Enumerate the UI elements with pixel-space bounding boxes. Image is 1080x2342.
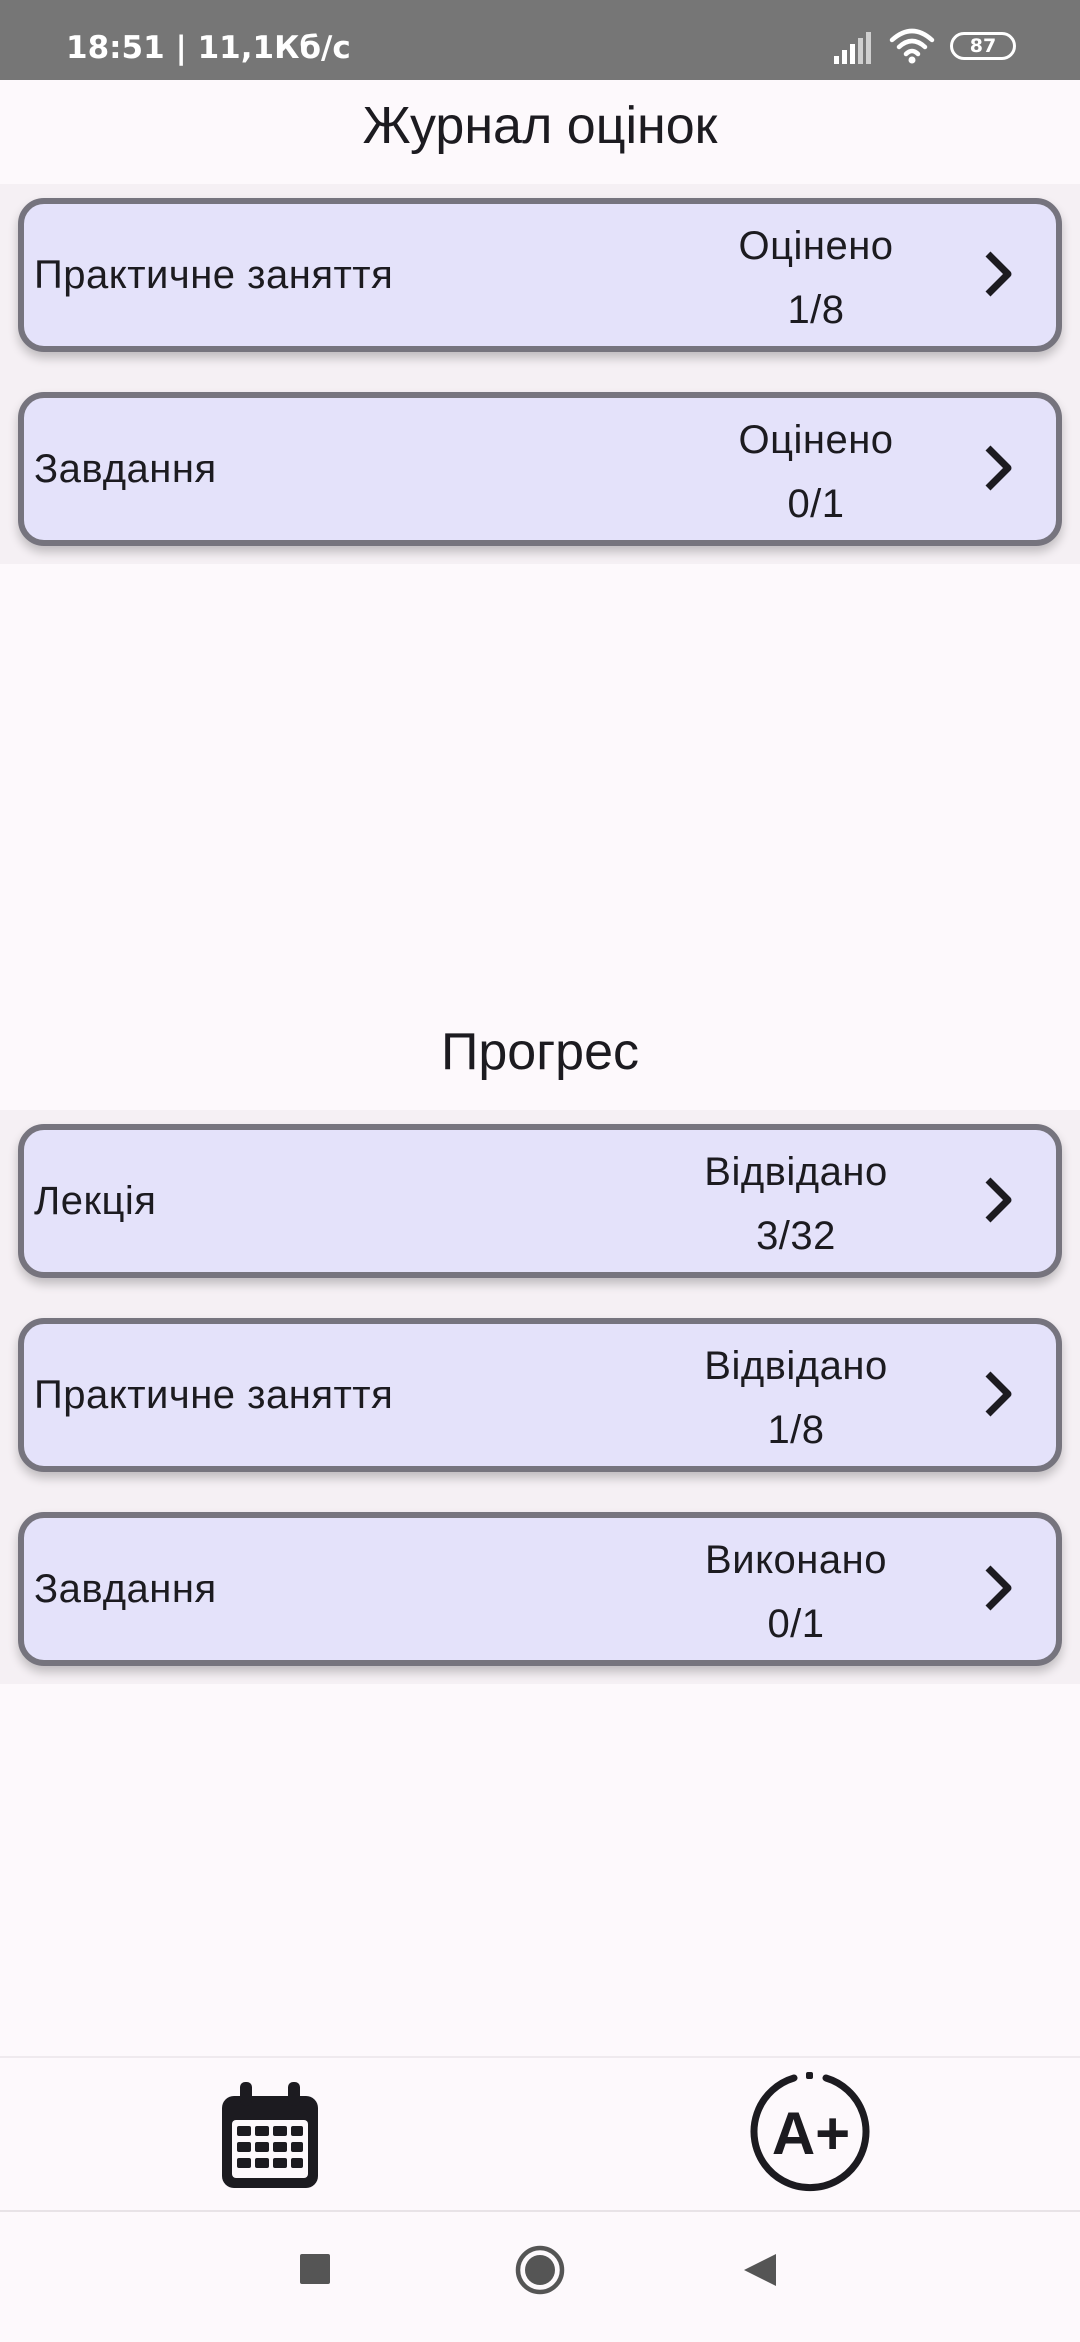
svg-text:A+: A+ xyxy=(772,2100,850,2167)
card-status: Відвідано 3/32 xyxy=(676,1140,916,1268)
status-count: 0/1 xyxy=(767,1602,825,1646)
recents-square-icon[interactable] xyxy=(298,2252,332,2291)
card-label: Лекція xyxy=(34,1178,157,1223)
calendar-icon xyxy=(222,2082,318,2188)
status-text: Оцінено xyxy=(738,418,894,462)
card-status: Відвідано 1/8 xyxy=(676,1334,916,1462)
battery-icon: 87 xyxy=(950,32,1016,60)
nav-grades-button[interactable]: A+ xyxy=(746,2068,876,2198)
home-circle-icon[interactable] xyxy=(514,2244,566,2301)
chevron-right-icon xyxy=(985,1177,1012,1223)
nav-schedule-button[interactable] xyxy=(210,2076,330,2196)
progress-item-practical[interactable]: Практичне заняття Відвідано 1/8 xyxy=(18,1318,1062,1472)
status-count: 1/8 xyxy=(767,1408,825,1452)
status-time: 18:51 | 11,1Кб/с xyxy=(66,30,351,66)
chevron-right-icon xyxy=(985,1565,1012,1611)
grades-list: Практичне заняття Оцінено 1/8 Завдання О… xyxy=(0,184,1080,564)
chevron-right-icon xyxy=(985,1371,1012,1417)
wifi-icon xyxy=(889,28,935,69)
progress-item-lecture[interactable]: Лекція Відвідано 3/32 xyxy=(18,1124,1062,1278)
card-status: Оцінено 0/1 xyxy=(716,408,916,536)
grades-title: Журнал оцінок xyxy=(362,97,718,155)
progress-title: Прогрес xyxy=(440,1023,640,1081)
grade-a-plus-icon: A+ xyxy=(750,2072,870,2192)
card-status: Виконано 0/1 xyxy=(676,1528,916,1656)
chevron-right-icon xyxy=(985,445,1012,491)
status-text: Відвідано xyxy=(704,1150,888,1194)
status-text: Відвідано xyxy=(704,1344,888,1388)
progress-list: Лекція Відвідано 3/32 Практичне заняття … xyxy=(0,1110,1080,1684)
back-triangle-icon[interactable] xyxy=(742,2252,778,2293)
status-text: Виконано xyxy=(705,1538,887,1582)
system-navigation-bar xyxy=(0,2210,1080,2342)
card-label: Практичне заняття xyxy=(34,1372,394,1417)
card-label: Завдання xyxy=(34,446,217,491)
status-text: Оцінено xyxy=(738,224,894,268)
status-count: 3/32 xyxy=(756,1214,836,1258)
grades-item-practical[interactable]: Практичне заняття Оцінено 1/8 xyxy=(18,198,1062,352)
card-label: Практичне заняття xyxy=(34,252,394,297)
signal-icon xyxy=(834,30,876,69)
progress-item-assignment[interactable]: Завдання Виконано 0/1 xyxy=(18,1512,1062,1666)
status-count: 0/1 xyxy=(787,482,845,526)
status-bar: 18:51 | 11,1Кб/с 87 xyxy=(0,0,1080,80)
card-status: Оцінено 1/8 xyxy=(716,214,916,342)
bottom-navigation: A+ xyxy=(0,2056,1080,2212)
battery-level: 87 xyxy=(969,35,997,57)
grades-item-assignment[interactable]: Завдання Оцінено 0/1 xyxy=(18,392,1062,546)
chevron-right-icon xyxy=(985,251,1012,297)
status-count: 1/8 xyxy=(787,288,845,332)
card-label: Завдання xyxy=(34,1566,217,1611)
